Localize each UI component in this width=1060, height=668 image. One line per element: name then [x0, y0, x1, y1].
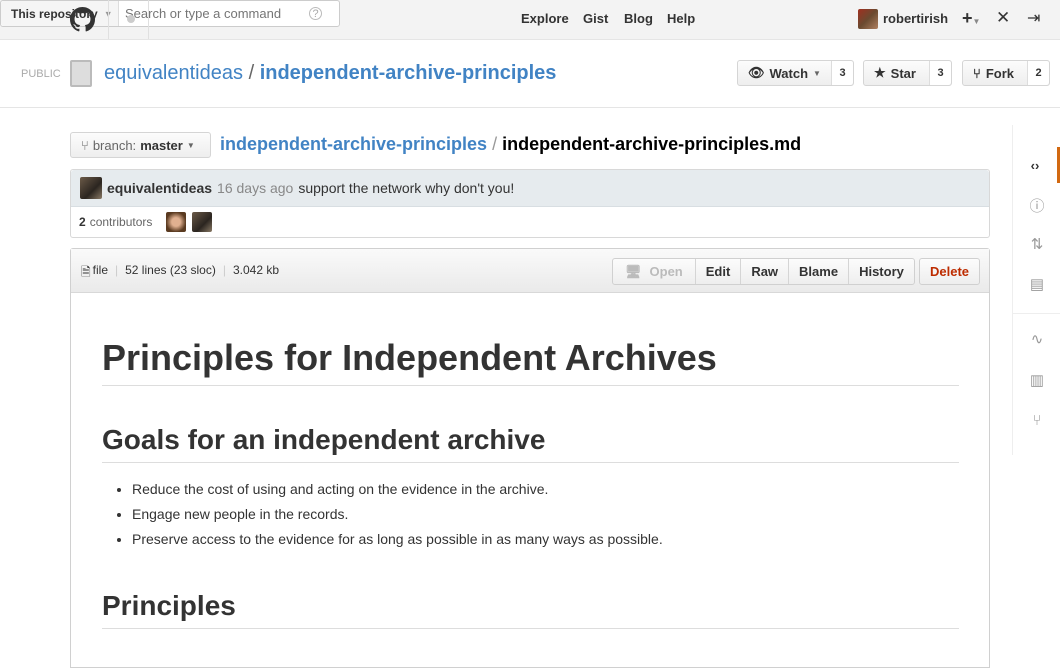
create-new-icon[interactable]: +▼ [962, 8, 980, 29]
file-actions-group: 🖥 Open Edit Raw Blame History [612, 258, 915, 285]
pulse-icon[interactable]: ∿ [1023, 330, 1051, 348]
list-item: Engage new people in the records. [132, 502, 959, 527]
breadcrumb-separator: / [492, 134, 498, 154]
contributors-count: 2 [79, 215, 86, 229]
pull-requests-icon[interactable]: ⇅ [1023, 235, 1051, 253]
code-tab[interactable]: ‹› [1013, 147, 1060, 183]
open-button[interactable]: 🖥 Open [613, 259, 696, 284]
history-button[interactable]: History [849, 259, 914, 284]
nav-explore[interactable]: Explore [521, 11, 569, 26]
file-type: file [92, 263, 108, 277]
top-header: This repository▼ ? Explore Gist Blog Hel… [0, 0, 1060, 40]
file-breadcrumb: independent-archive-principles / indepen… [220, 134, 801, 155]
blame-button[interactable]: Blame [789, 259, 850, 284]
file-box: 🗎 file | 52 lines (23 sloc) | 3.042 kb 🖥 Open … [70, 248, 990, 668]
search-bar: This repository▼ ? [0, 0, 340, 27]
fork-icon: ⑂ [973, 65, 981, 81]
edit-button[interactable]: Edit [696, 259, 742, 284]
nav-help[interactable]: Help [667, 11, 695, 26]
repo-book-icon [70, 60, 92, 87]
star-button[interactable]: ★ Star 3 [863, 60, 952, 86]
settings-tools-icon[interactable]: ✕ [996, 8, 1010, 28]
delete-group: Delete [919, 258, 981, 285]
fork-button[interactable]: ⑂ Fork 2 [962, 60, 1050, 86]
contributor-avatar[interactable] [166, 212, 187, 232]
branch-selector[interactable]: ⑂ branch: master ▼ [70, 132, 211, 158]
username-link[interactable]: robertirish [883, 11, 948, 26]
repo-owner-link[interactable]: equivalentideas [104, 62, 243, 84]
star-icon: ★ [874, 65, 886, 80]
author-avatar[interactable] [80, 177, 102, 199]
branch-name: master [140, 137, 183, 153]
user-avatar[interactable] [858, 9, 878, 29]
watch-label: Watch [769, 65, 809, 81]
content-h2-principles: Principles [102, 590, 959, 629]
sign-out-icon[interactable]: ⇥ [1027, 8, 1040, 28]
help-icon[interactable]: ? [309, 7, 322, 20]
branch-icon: ⑂ [81, 137, 89, 153]
desktop-icon: 🖥 [625, 263, 642, 279]
path-separator: / [248, 62, 255, 84]
issues-icon[interactable]: ⓘ [1023, 195, 1051, 216]
star-label: Star [890, 65, 916, 81]
content-h2-goals: Goals for an independent archive [102, 424, 959, 463]
file-header: 🗎 file | 52 lines (23 sloc) | 3.042 kb 🖥 Open … [71, 249, 989, 293]
commit-time: 16 days ago [217, 180, 294, 196]
chevron-down-icon: ▼ [813, 68, 821, 78]
star-count[interactable]: 3 [929, 61, 951, 85]
network-icon[interactable]: ⑂ [1023, 412, 1051, 429]
wiki-icon[interactable]: ▤ [1023, 275, 1051, 293]
repo-name-link[interactable]: independent-archive-principles [260, 62, 557, 84]
contributors-label: contributors [89, 215, 153, 229]
commit-box: equivalentideas 16 days ago support the … [70, 169, 990, 238]
list-item: Reduce the cost of using and acting on t… [132, 477, 959, 502]
contributor-avatar[interactable] [192, 212, 213, 232]
delete-button[interactable]: Delete [920, 259, 979, 284]
file-size: 3.042 kb [232, 263, 280, 277]
list-item: Preserve access to the evidence for as l… [132, 527, 959, 552]
fork-count[interactable]: 2 [1027, 61, 1049, 85]
nav-gist[interactable]: Gist [583, 11, 608, 26]
eye-icon: 👁 [748, 65, 765, 80]
notifications-icon[interactable] [127, 15, 135, 23]
search-scope-dropdown[interactable]: This repository▼ [1, 1, 119, 26]
file-icon: 🗎 [81, 265, 91, 279]
repo-header: PUBLIC equivalentideas / independent-arc… [0, 40, 1060, 108]
breadcrumb-filename: independent-archive-principles.md [502, 134, 802, 154]
commit-author-link[interactable]: equivalentideas [107, 180, 212, 196]
nav-blog[interactable]: Blog [624, 11, 653, 26]
chevron-down-icon: ▼ [186, 140, 195, 150]
commit-message-link[interactable]: support the network why don't you! [298, 180, 514, 196]
file-lines: 52 lines (23 sloc) [125, 263, 216, 277]
repo-sidebar-nav: ‹› ⓘ ⇅ ▤ ∿ ▥ ⑂ [1012, 125, 1060, 455]
graphs-icon[interactable]: ▥ [1023, 371, 1051, 389]
breadcrumb-repo-link[interactable]: independent-archive-principles [220, 134, 487, 154]
watch-count[interactable]: 3 [831, 61, 853, 85]
fork-label: Fork [985, 65, 1014, 81]
github-logo-icon[interactable] [70, 7, 95, 32]
branch-prefix: branch: [92, 137, 137, 153]
visibility-label: PUBLIC [21, 68, 61, 80]
goals-list: Reduce the cost of using and acting on t… [132, 477, 959, 552]
code-icon: ‹› [1030, 157, 1040, 173]
watch-button[interactable]: 👁 Watch ▼ 3 [737, 60, 854, 86]
raw-button[interactable]: Raw [741, 259, 790, 284]
content-h1: Principles for Independent Archives [102, 337, 959, 386]
